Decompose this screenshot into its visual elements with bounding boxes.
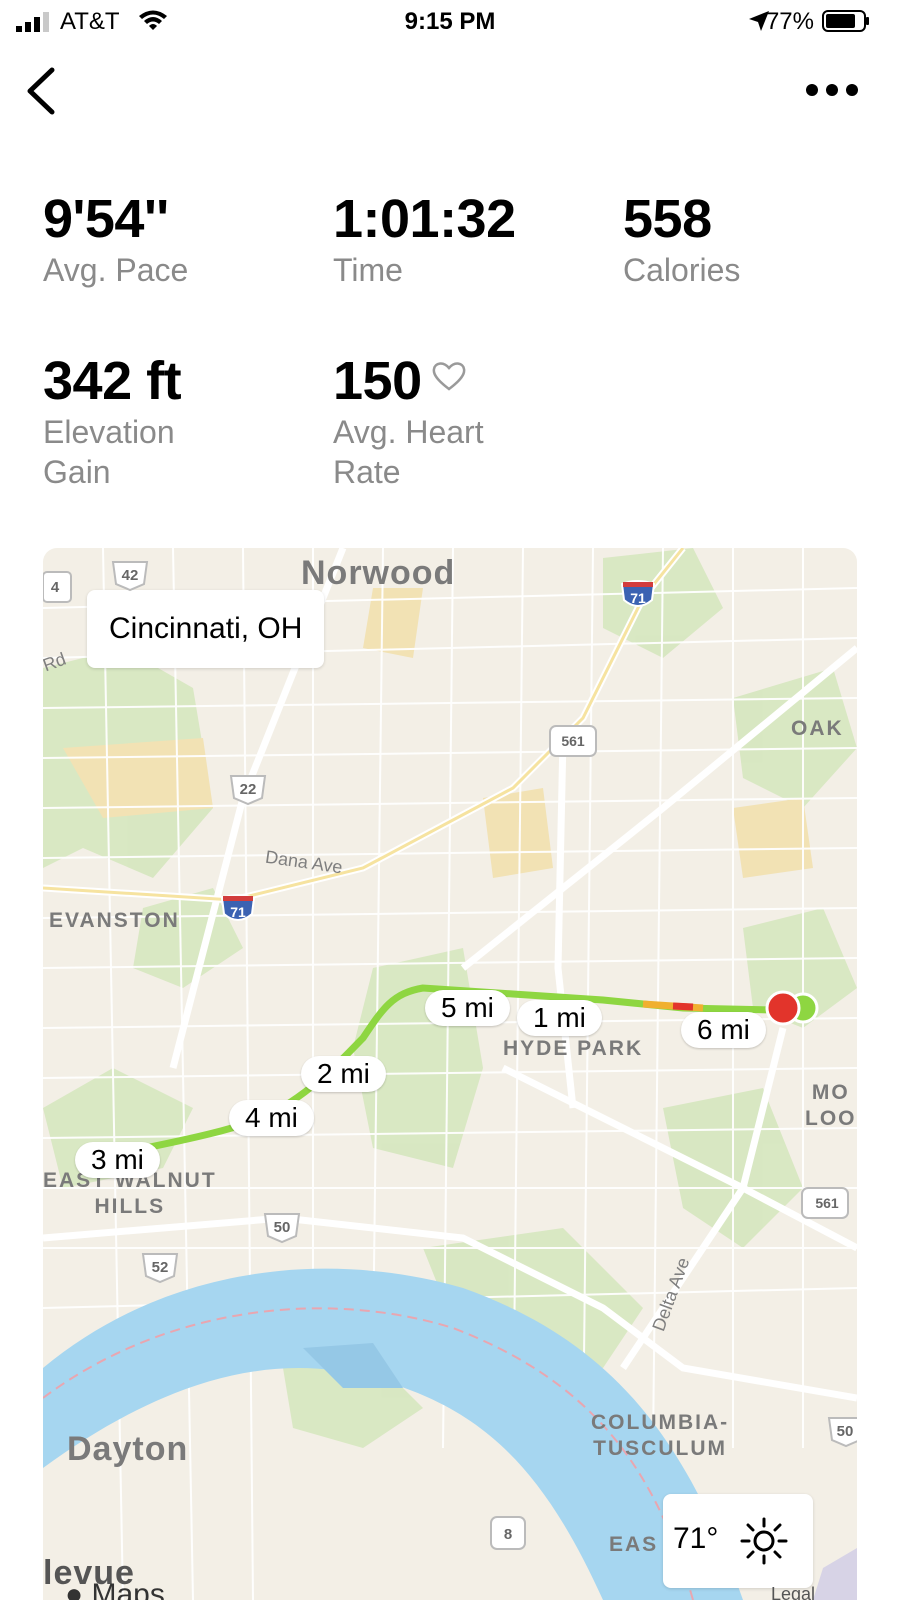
route-4-label: 4 bbox=[51, 579, 60, 596]
interstate-71-south-label: 71 bbox=[230, 904, 246, 920]
interstate-71-label: 71 bbox=[630, 590, 646, 606]
battery-percent: 77% bbox=[765, 8, 814, 35]
route-map[interactable]: Cincinnati, OH Norwood OAK EVANSTON HYDE… bbox=[43, 548, 857, 1600]
avg-pace-value: 9'54'' bbox=[43, 189, 169, 249]
elevation-label: Elevation Gain bbox=[43, 412, 181, 492]
mile-marker-2: 2 mi bbox=[301, 1056, 386, 1092]
route-52-shield: 52 bbox=[141, 1253, 179, 1284]
elevation-label-line2: Gain bbox=[43, 454, 111, 490]
route-561-shield-south: 561 bbox=[801, 1187, 849, 1219]
stat-avg-pace: 9'54'' Avg. Pace bbox=[43, 190, 188, 290]
place-mo: MO bbox=[811, 1081, 850, 1104]
place-columbia-tusculum: COLUMBIA- TUSCULUM bbox=[591, 1410, 729, 1462]
calories-label: Calories bbox=[623, 252, 741, 288]
route-8-label: 8 bbox=[504, 1526, 512, 1543]
elevation-label-line1: Elevation bbox=[43, 414, 175, 450]
stat-elevation-gain: 342 ft Elevation Gain bbox=[43, 351, 182, 492]
avg-pace-label: Avg. Pace bbox=[43, 252, 189, 288]
route-561-label: 561 bbox=[561, 733, 585, 749]
place-evanston: EVANSTON bbox=[49, 909, 180, 932]
interstate-71-shield: 71 bbox=[620, 580, 656, 607]
calories-value: 558 bbox=[623, 189, 712, 249]
back-button[interactable] bbox=[22, 66, 62, 116]
route-22-label: 22 bbox=[240, 781, 257, 798]
route-50-label: 50 bbox=[274, 1219, 291, 1236]
heart-rate-value: 150 bbox=[333, 351, 422, 411]
weather-temperature: 71° bbox=[673, 1522, 719, 1555]
mile-marker-4: 4 mi bbox=[229, 1100, 314, 1136]
more-options-button[interactable] bbox=[804, 78, 860, 102]
route-561-south-label: 561 bbox=[815, 1195, 839, 1211]
route-50-shield: 50 bbox=[263, 1213, 301, 1244]
route-22-shield: 22 bbox=[229, 775, 267, 806]
maps-logo-text: Maps bbox=[91, 1578, 165, 1600]
mile-marker-1: 1 mi bbox=[517, 1000, 602, 1036]
stat-time: 1:01:32 Time bbox=[333, 190, 516, 290]
route-561-shield: 561 bbox=[549, 725, 597, 757]
legal-link[interactable]: Legal bbox=[771, 1584, 815, 1600]
route-42-label: 42 bbox=[122, 567, 139, 584]
place-oak: OAK bbox=[791, 717, 844, 740]
city-label: Cincinnati, OH bbox=[87, 590, 325, 668]
time-value: 1:01:32 bbox=[333, 189, 516, 249]
elevation-value: 342 ft bbox=[43, 351, 182, 411]
status-bar: AT&T 9:15 PM 77% bbox=[0, 0, 900, 44]
heart-rate-label-line2: Rate bbox=[333, 454, 401, 490]
weather-badge: 71° bbox=[663, 1494, 813, 1588]
battery-icon bbox=[822, 10, 869, 32]
place-hyde-park: HYDE PARK bbox=[503, 1037, 644, 1060]
place-loo: LOO bbox=[805, 1107, 857, 1130]
maps-attribution-logo[interactable]: ● Maps bbox=[65, 1578, 165, 1600]
heart-rate-label: Avg. Heart Rate bbox=[333, 412, 484, 492]
place-columbia-line2: TUSCULUM bbox=[593, 1437, 727, 1460]
stat-heart-rate: 150 Avg. Heart Rate bbox=[333, 352, 484, 492]
mile-marker-3: 3 mi bbox=[75, 1142, 160, 1178]
interstate-71-shield-south: 71 bbox=[220, 894, 256, 921]
sun-icon bbox=[740, 1517, 788, 1565]
place-east: EAS bbox=[609, 1533, 659, 1556]
mile-marker-6: 6 mi bbox=[681, 1012, 766, 1048]
navigation-bar bbox=[0, 60, 900, 120]
route-42-shield: 42 bbox=[111, 561, 149, 592]
place-norwood: Norwood bbox=[301, 554, 456, 592]
place-east-walnut-line2: HILLS bbox=[94, 1195, 166, 1218]
stat-calories: 558 Calories bbox=[623, 190, 740, 290]
time-label: Time bbox=[333, 252, 403, 288]
route-50-east-label: 50 bbox=[837, 1423, 854, 1440]
route-4-shield: 4 bbox=[43, 571, 72, 603]
mile-marker-5: 5 mi bbox=[425, 990, 510, 1026]
place-columbia-line1: COLUMBIA- bbox=[591, 1411, 730, 1434]
place-dayton: Dayton bbox=[67, 1430, 189, 1468]
place-mount-lookout: MO LOO bbox=[805, 1080, 857, 1132]
apple-logo-icon: ● bbox=[65, 1578, 84, 1600]
route-50-shield-east: 50 bbox=[827, 1417, 857, 1448]
heart-outline-icon bbox=[432, 362, 465, 391]
route-8-shield: 8 bbox=[490, 1516, 526, 1550]
heart-rate-label-line1: Avg. Heart bbox=[333, 414, 484, 450]
route-52-label: 52 bbox=[152, 1259, 169, 1276]
